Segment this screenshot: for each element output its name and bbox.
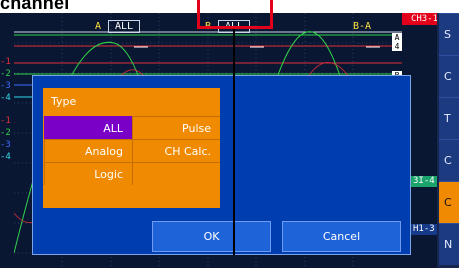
channel-label: -2 <box>0 128 11 138</box>
callout-highlight-box <box>197 0 273 29</box>
channel-label: -1 <box>0 116 11 126</box>
channel-label: -4 <box>0 93 11 103</box>
channel-tag: H1-3 <box>411 224 437 235</box>
cancel-button[interactable]: Cancel <box>282 221 401 252</box>
channel-label: -1 <box>0 57 11 67</box>
side-menu-button-active[interactable]: C <box>439 181 459 223</box>
side-menu-button[interactable]: C <box>439 55 459 97</box>
channel-label: -3 <box>0 81 11 91</box>
ok-button[interactable]: OK <box>152 221 271 252</box>
type-selector-panel: Type ALL Pulse Analog CH Calc. Logic <box>43 88 220 208</box>
channel-label: -3 <box>0 140 11 150</box>
type-option-analog[interactable]: Analog <box>44 139 132 162</box>
type-header: Type <box>51 95 77 108</box>
cursor-a-marker: A 4 <box>392 33 402 51</box>
channel-label: -2 <box>0 69 11 79</box>
callout-line <box>233 29 235 255</box>
type-option-all[interactable]: ALL <box>44 116 132 139</box>
cursor-a-value[interactable]: ALL <box>108 20 141 33</box>
side-menu-button[interactable]: N <box>439 223 459 265</box>
side-menu-button[interactable]: C <box>439 139 459 181</box>
cursor-diff-label: B-A <box>353 21 372 32</box>
channel-label: -4 <box>0 152 11 162</box>
side-menu: S C T C C N <box>437 13 459 268</box>
type-option-logic[interactable]: Logic <box>44 162 132 185</box>
type-option-pulse[interactable]: Pulse <box>132 116 220 139</box>
type-option-empty <box>132 162 220 185</box>
side-menu-button[interactable]: S <box>439 13 459 55</box>
side-menu-button[interactable]: T <box>439 97 459 139</box>
type-option-ch-calc[interactable]: CH Calc. <box>132 139 220 162</box>
page-heading: channel <box>0 0 70 13</box>
channel-tag: 3I-4 <box>411 176 437 187</box>
cursor-a-letter: A <box>95 21 102 32</box>
